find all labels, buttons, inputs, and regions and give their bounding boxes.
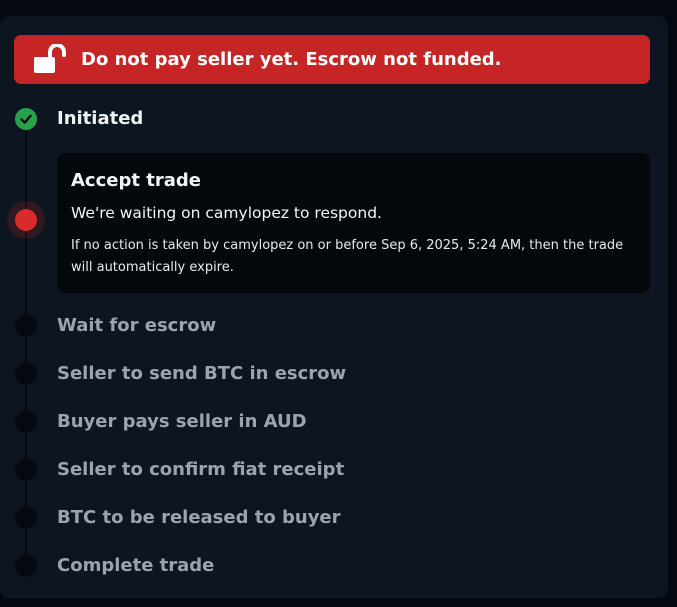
step-pending-indicator xyxy=(15,555,37,577)
step-pending-indicator xyxy=(15,411,37,433)
step-pending-indicator xyxy=(15,315,37,337)
step-pending-indicator xyxy=(15,459,37,481)
step-seller-send-btc-label: Seller to send BTC in escrow xyxy=(57,363,347,384)
timeline-line xyxy=(25,128,27,568)
active-step-card: Accept trade We're waiting on camylopez … xyxy=(57,153,650,293)
escrow-warning-text: Do not pay seller yet. Escrow not funded… xyxy=(81,49,502,70)
step-wait-for-escrow-label: Wait for escrow xyxy=(57,315,217,336)
step-pending-indicator xyxy=(15,507,37,529)
step-complete-trade-label: Complete trade xyxy=(57,555,215,576)
unlocked-lock-icon xyxy=(33,43,69,74)
step-pending-indicator xyxy=(15,363,37,385)
step-initiated-label: Initiated xyxy=(57,108,144,129)
step-active-indicator xyxy=(15,209,37,231)
step-buyer-pays-label: Buyer pays seller in AUD xyxy=(57,411,307,432)
check-icon xyxy=(20,114,32,124)
step-btc-release-label: BTC to be released to buyer xyxy=(57,507,341,528)
active-step-title: Accept trade xyxy=(71,170,201,191)
step-done-indicator xyxy=(15,108,37,130)
step-seller-confirm-label: Seller to confirm fiat receipt xyxy=(57,459,345,480)
active-step-expiry-note: If no action is taken by camylopez on or… xyxy=(71,238,624,275)
escrow-warning-banner: Do not pay seller yet. Escrow not funded… xyxy=(14,35,650,84)
active-step-status: We're waiting on camylopez to respond. xyxy=(71,204,382,222)
